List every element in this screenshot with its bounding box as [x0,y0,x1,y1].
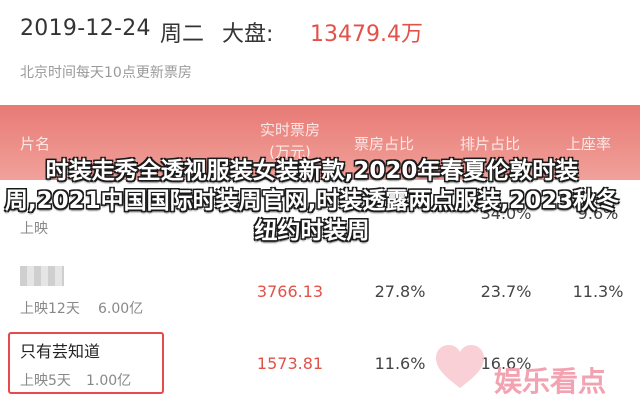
weekday-label: 周二 [160,22,205,47]
movie-title: 只有芸知道 [20,342,101,361]
live-gross-value: 1573.81 [256,354,324,373]
watermark-text: 娱乐看点 [494,365,607,398]
heart-icon [436,345,484,388]
live-gross-value: 3766.13 [256,282,324,301]
table-row[interactable]: 上映12天 6.00亿 3766.13 27.8% 23.7% 11.3% [0,252,640,325]
total-gross: 6.00亿 [98,301,144,317]
date-label: 2019-12-24 [20,16,151,41]
market-total-value: 13479.4万 [310,22,423,47]
column-header-seat-rate[interactable]: 上座率 [566,133,611,154]
market-label: 大盘: [222,22,274,47]
seat-rate-value: 11.3% [572,282,624,301]
column-header-title[interactable]: 片名 [20,133,50,154]
blurred-title [20,266,64,286]
box-office-header: 2019-12-24 周二 大盘: 13479.4万 北京时间每天10点更新票房 [0,0,640,100]
total-gross: 1.00亿 [86,373,132,389]
overlay-caption: 时装走秀全透视服装女装新款,2020年春夏伦敦时装周,2021中国国际时装周官网… [4,158,620,244]
release-days: 上映5天 [20,373,71,389]
column-header-live-line1: 实时票房 [259,121,320,139]
schedule-share-value: 23.7% [480,282,532,301]
box-share-value: 27.8% [374,282,426,301]
column-header-box-share[interactable]: 票房占比 [354,133,414,154]
update-note: 北京时间每天10点更新票房 [20,65,192,81]
column-header-schedule-share[interactable]: 排片占比 [460,133,520,154]
release-days: 上映12天 [20,301,80,317]
